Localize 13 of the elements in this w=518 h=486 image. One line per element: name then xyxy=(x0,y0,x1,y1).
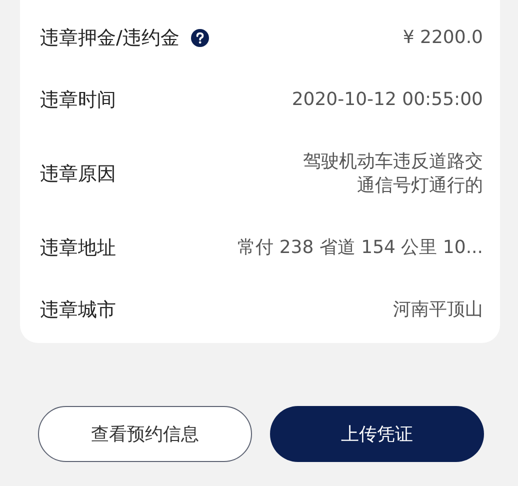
field-label: 违章时间 xyxy=(40,88,116,112)
field-label: 违章地址 xyxy=(40,236,116,260)
field-value: 驾驶机动车违反道路交通信号灯通行的 xyxy=(302,150,483,198)
field-label: 违章原因 xyxy=(40,162,116,186)
field-value: 2020-10-12 00:55:00 xyxy=(292,88,483,112)
action-button[interactable]: 查看预约信息 xyxy=(38,406,252,462)
field-value: ¥ 2200.0 xyxy=(402,26,483,50)
field-value: 河南平顶山 xyxy=(393,298,483,322)
action-button[interactable]: 上传凭证 xyxy=(270,406,484,462)
field-label: 违章押金/违约金 xyxy=(40,26,180,50)
field-value: 常付 238 省道 154 公里 10... xyxy=(238,236,483,260)
field-label: 违章城市 xyxy=(40,298,116,322)
help-icon[interactable] xyxy=(191,29,210,47)
